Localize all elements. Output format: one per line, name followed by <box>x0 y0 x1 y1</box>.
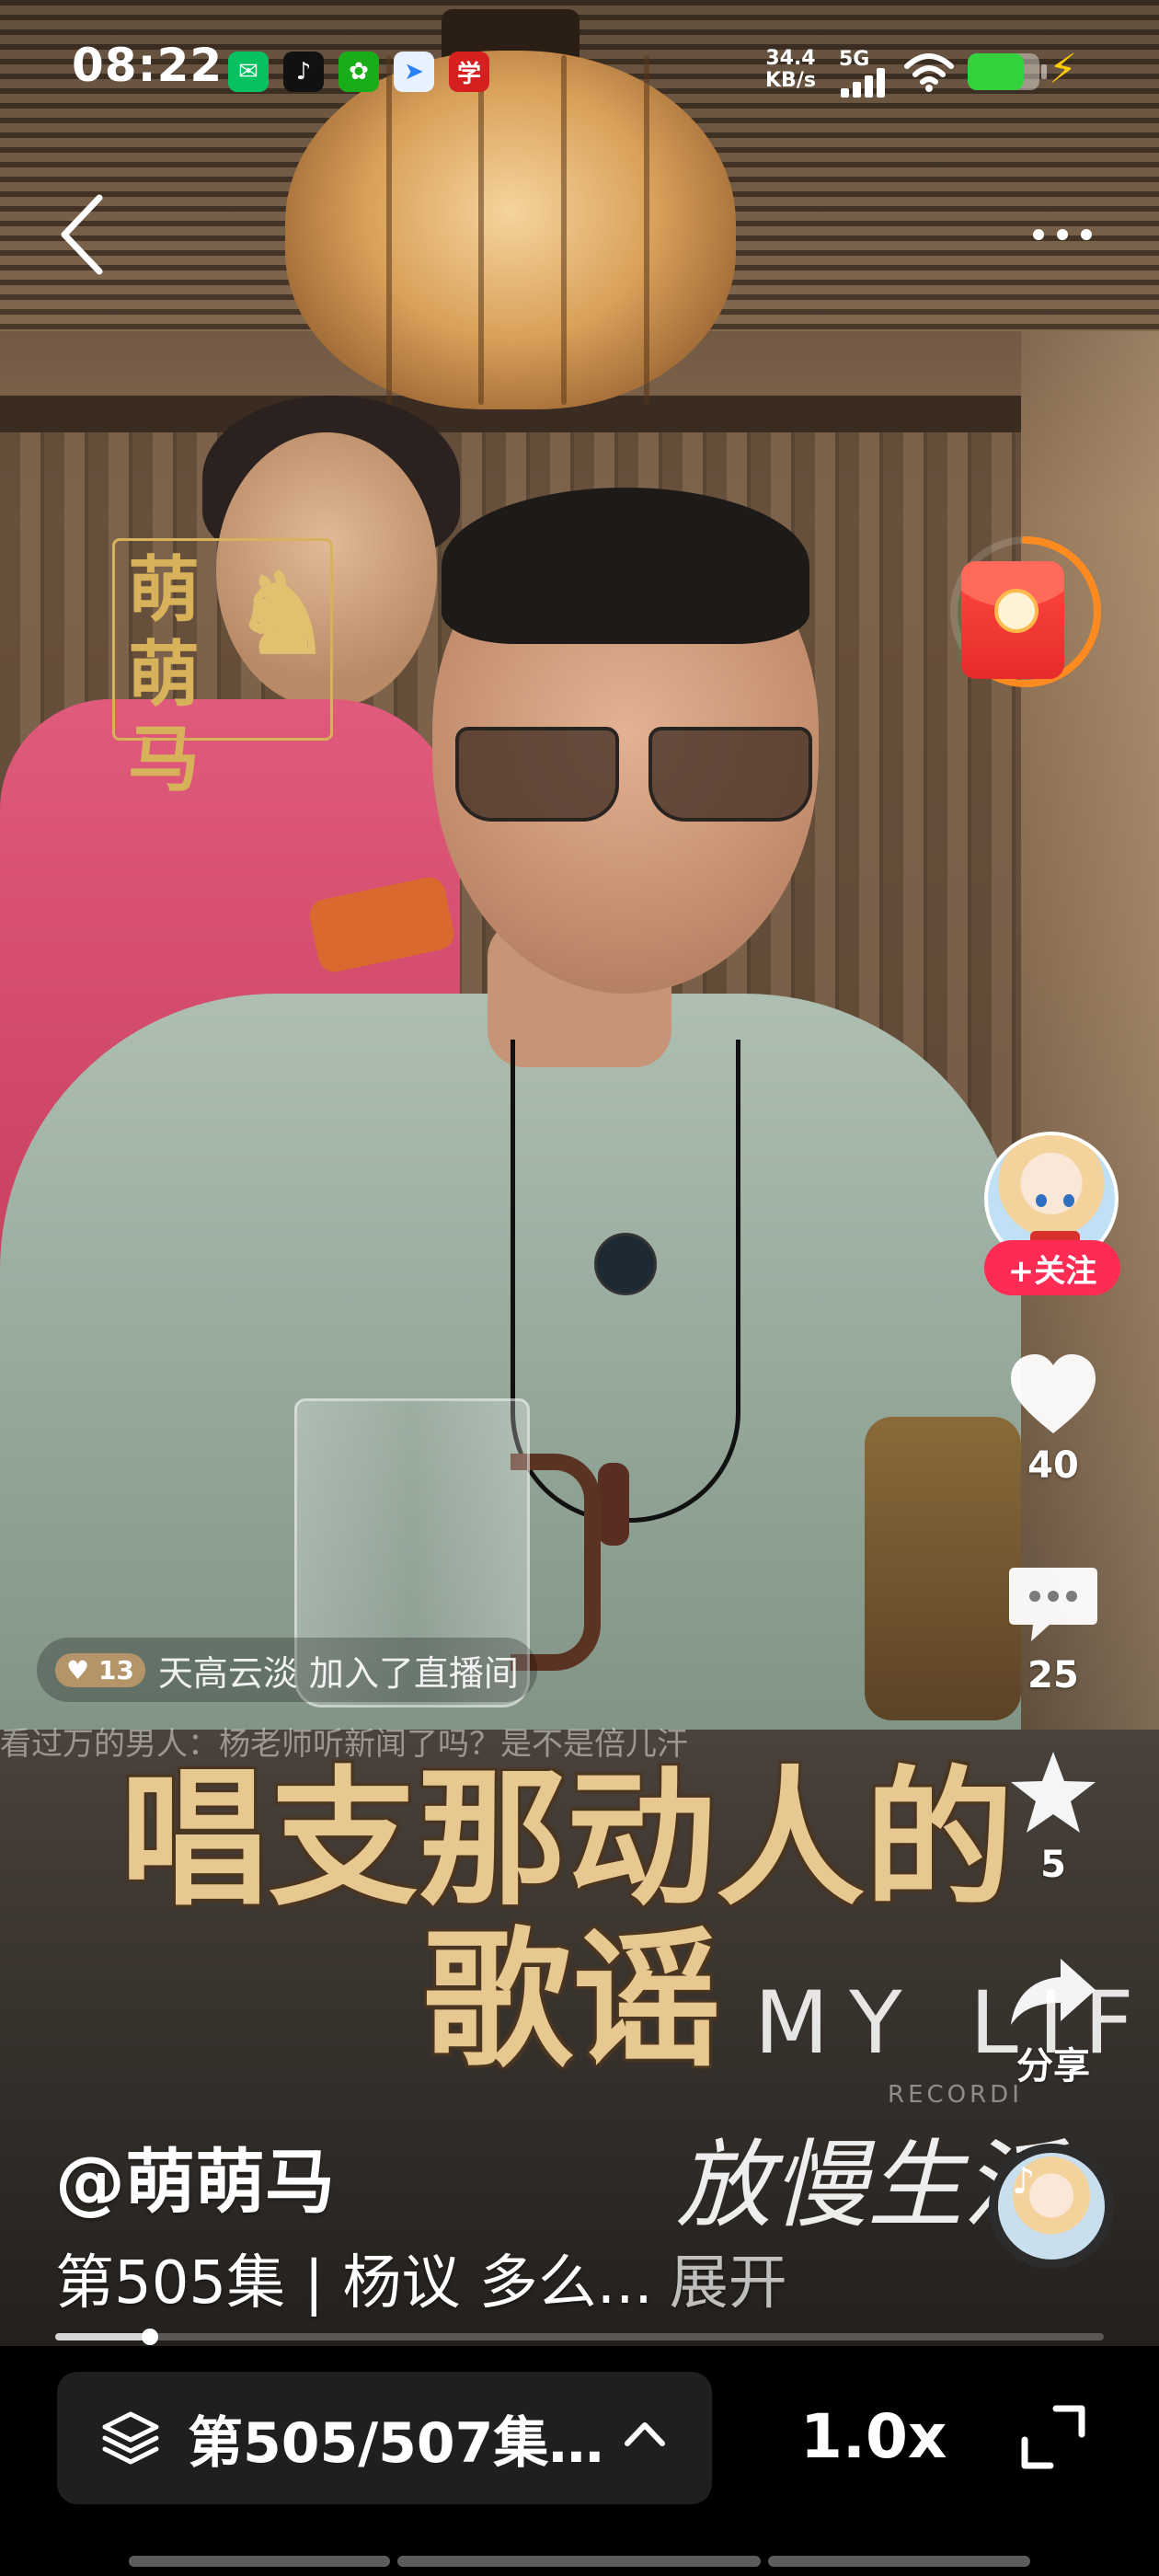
dot-icon <box>1033 229 1044 240</box>
author-name[interactable]: @萌萌马 <box>55 2125 335 2226</box>
network-speed: 34.4 KB/s <box>765 47 816 92</box>
channel-watermark-logo: 萌萌马 ♞ <box>112 538 333 801</box>
red-envelope-icon <box>961 561 1064 679</box>
more-options-button[interactable] <box>1012 207 1113 262</box>
red-app-icon: 学 <box>449 52 489 92</box>
follow-button[interactable]: +关注 <box>984 1240 1120 1295</box>
video-description: 第505集 | 杨议 多么... 展开 <box>55 2236 787 2320</box>
home-indicator-segment <box>768 2556 1030 2567</box>
video-player-screen: 萌萌马 ♞ ♥ 13 天高云淡 加入了直播间 看过万的男人：杨老师听新闻了吗？是… <box>0 0 1159 2576</box>
red-packet-button[interactable] <box>947 520 1104 708</box>
watermark-text: 萌萌马 <box>128 548 201 801</box>
share-label: 分享 <box>1016 2045 1090 2087</box>
signal-icon <box>841 66 892 98</box>
heart-icon <box>1011 1354 1096 1433</box>
share-button[interactable]: 分享 <box>1003 1955 1104 2089</box>
home-indicator-segment <box>129 2556 390 2567</box>
playback-speed-button[interactable]: 1.0x <box>800 2401 947 2472</box>
music-note-icon: ♪ <box>1012 2160 1036 2202</box>
green-app-icon: ✿ <box>339 52 379 92</box>
feishu-icon: ➤ <box>394 52 434 92</box>
bottom-control-bar: 第505/507集… 1.0x <box>0 2348 1159 2576</box>
progress-knob[interactable] <box>141 2329 158 2345</box>
share-arrow-icon <box>1011 1959 1096 2025</box>
favorite-button[interactable]: 5 <box>1003 1748 1104 1886</box>
subtitle-line-2: 歌谣 <box>423 1915 721 2087</box>
favorite-count: 5 <box>1040 1844 1066 1886</box>
star-icon <box>1011 1752 1096 1833</box>
status-time: 08:22 <box>72 39 224 92</box>
pendant <box>598 1463 629 1546</box>
comment-button[interactable]: 25 <box>1003 1564 1104 1696</box>
douyin-icon: ♪ <box>283 52 324 92</box>
man-hair <box>442 488 809 644</box>
expand-button[interactable]: 展开 <box>670 2249 787 2317</box>
wifi-icon <box>904 53 954 92</box>
like-button[interactable]: 40 <box>1003 1352 1104 1487</box>
layers-icon <box>102 2411 159 2465</box>
chevron-left-icon <box>61 194 103 275</box>
horse-icon: ♞ <box>233 549 332 679</box>
fullscreen-icon[interactable] <box>1019 2403 1087 2471</box>
sunglasses <box>455 727 814 822</box>
episode-selector[interactable]: 第505/507集… <box>57 2372 712 2504</box>
avatar-eye <box>1063 1194 1074 1207</box>
episode-label: 第505/507集… <box>188 2410 604 2476</box>
subtitle-line-1: 唱支那动人的 <box>120 1754 1014 1926</box>
back-button[interactable] <box>55 184 129 285</box>
join-text: 天高云淡 加入了直播间 <box>157 1652 519 1694</box>
playback-progress-bar[interactable] <box>55 2329 1104 2345</box>
comment-count: 25 <box>1027 1654 1079 1696</box>
music-disc[interactable] <box>989 2144 1114 2269</box>
status-bar: 08:22 ✉ ♪ ✿ ➤ 学 34.4 KB/s 5G ⚡ <box>0 0 1159 138</box>
home-indicator-segment <box>397 2556 761 2567</box>
dot-icon <box>1081 229 1092 240</box>
phone-on-stand <box>865 1417 1021 1720</box>
video-frame[interactable]: 萌萌马 ♞ ♥ 13 天高云淡 加入了直播间 看过万的男人：杨老师听新闻了吗？是… <box>0 0 1159 2346</box>
description-text: 第505集 | 杨议 多么... <box>55 2249 653 2317</box>
progress-fill <box>55 2333 150 2340</box>
lapel-microphone <box>594 1233 657 1295</box>
avatar-eye <box>1036 1194 1047 1207</box>
join-notification: ♥ 13 天高云淡 加入了直播间 <box>37 1638 537 1702</box>
dot-icon <box>1057 229 1068 240</box>
battery-icon <box>968 53 1047 90</box>
wechat-icon: ✉ <box>228 52 269 92</box>
chevron-up-icon <box>625 2422 665 2446</box>
like-count: 40 <box>1027 1444 1079 1487</box>
charging-bolt-icon: ⚡ <box>1049 46 1077 93</box>
level-badge: ♥ 13 <box>55 1652 145 1687</box>
comment-bubble-icon <box>1009 1568 1097 1641</box>
